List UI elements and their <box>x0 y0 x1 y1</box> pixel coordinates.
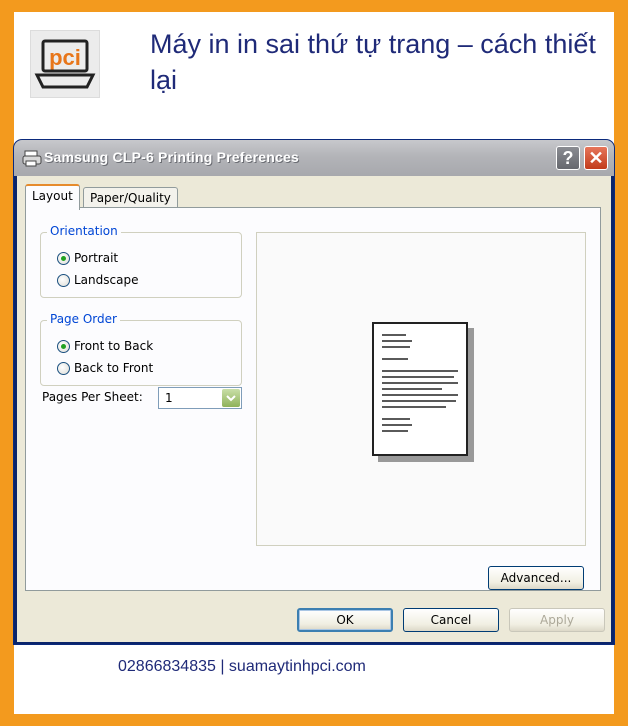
pages-per-sheet-label: Pages Per Sheet: <box>42 390 143 404</box>
radio-front-to-back[interactable]: Front to Back <box>57 337 153 355</box>
pci-logo: pci <box>30 30 100 98</box>
pages-per-sheet-select[interactable]: 1 <box>158 387 242 409</box>
ok-button[interactable]: OK <box>297 608 393 632</box>
printer-icon <box>22 150 42 167</box>
tab-paper-quality[interactable]: Paper/Quality <box>83 187 178 208</box>
tab-layout[interactable]: Layout <box>25 184 80 210</box>
title-bar[interactable]: Samsung CLP-6 Printing Preferences ? ✕ <box>14 140 614 176</box>
logo-text: pci <box>49 45 81 70</box>
layout-preview <box>256 232 586 546</box>
radio-unchecked-icon[interactable] <box>57 361 70 375</box>
printing-preferences-dialog: Samsung CLP-6 Printing Preferences ? ✕ L… <box>14 140 614 644</box>
radio-unchecked-icon[interactable] <box>57 273 70 287</box>
radio-checked-icon[interactable] <box>57 251 70 265</box>
radio-label: Portrait <box>74 251 119 265</box>
radio-back-to-front[interactable]: Back to Front <box>57 359 153 377</box>
page-headline: Máy in in sai thứ tự trang – cách thiết … <box>150 29 596 95</box>
select-value: 1 <box>165 391 173 405</box>
layout-tab-panel: Orientation Portrait Landscape Page Orde… <box>25 207 601 591</box>
page-preview-icon <box>372 322 468 456</box>
cancel-button[interactable]: Cancel <box>403 608 499 632</box>
orientation-group: Orientation Portrait Landscape <box>40 224 242 298</box>
help-icon: ? <box>562 147 574 168</box>
laptop-logo-icon: pci <box>34 39 96 89</box>
page-order-group: Page Order Front to Back Back to Front <box>40 312 242 386</box>
window-title: Samsung CLP-6 Printing Preferences <box>44 149 299 165</box>
radio-checked-icon[interactable] <box>57 339 70 353</box>
orientation-legend: Orientation <box>47 224 121 238</box>
radio-landscape[interactable]: Landscape <box>57 271 138 289</box>
close-button[interactable]: ✕ <box>584 146 608 170</box>
radio-portrait[interactable]: Portrait <box>57 249 118 267</box>
footer-contact: 02866834835 | suamaytinhpci.com <box>118 658 366 675</box>
chevron-down-icon[interactable] <box>222 389 240 407</box>
close-icon: ✕ <box>588 147 604 168</box>
page-order-legend: Page Order <box>47 312 120 326</box>
advanced-button[interactable]: Advanced... <box>488 566 584 590</box>
radio-label: Back to Front <box>74 361 154 375</box>
radio-label: Landscape <box>74 273 139 287</box>
help-button[interactable]: ? <box>556 146 580 170</box>
apply-button[interactable]: Apply <box>509 608 605 632</box>
dialog-client-area: Layout Paper/Quality Orientation Portrai… <box>17 176 611 642</box>
radio-label: Front to Back <box>74 339 154 353</box>
